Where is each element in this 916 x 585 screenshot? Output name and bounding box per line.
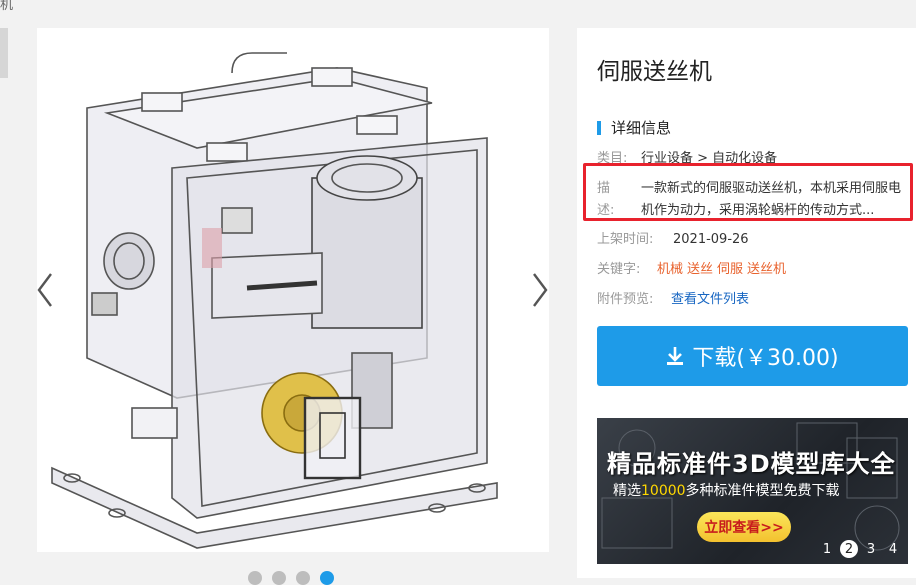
chevron-right-icon (533, 273, 548, 307)
date-label: 上架时间: (597, 232, 654, 247)
section-header: 详细信息 (597, 117, 671, 138)
keyword-link[interactable]: 送丝机 (747, 262, 786, 277)
gallery-next-button[interactable] (528, 270, 549, 310)
download-button[interactable]: 下载(￥30.00) (597, 326, 908, 386)
gallery-dot-2[interactable] (272, 571, 286, 585)
keyword-link[interactable]: 机械 (657, 262, 683, 277)
banner-sub-prefix: 精选 (613, 483, 641, 499)
download-label: 下载(￥30.00) (692, 346, 839, 371)
product-title: 伺服送丝机 (597, 59, 712, 85)
banner-page-1[interactable]: 1 (818, 540, 836, 558)
product-gallery (37, 28, 549, 552)
gallery-dot-1[interactable] (248, 571, 262, 585)
description-highlight (583, 163, 913, 221)
download-icon (667, 347, 684, 365)
banner-page-3[interactable]: 3 (862, 540, 880, 558)
product-info-panel: 伺服送丝机 详细信息 类目: 行业设备 > 自动化设备 描述: 一款新式的伺服驱动… (577, 28, 916, 578)
banner-sub-suffix: 多种标准件模型免费下载 (685, 483, 840, 499)
gallery-dot-4[interactable] (320, 571, 334, 585)
keyword-link[interactable]: 伺服 (717, 262, 743, 277)
breadcrumb-fragment: 机 (0, 0, 14, 13)
date-value: 2021-09-26 (673, 232, 749, 247)
banner-sub-highlight: 10000 (641, 483, 686, 499)
promo-banner[interactable]: 精品标准件3D模型库大全 精选10000多种标准件模型免费下载 立即查看>> 1… (597, 418, 908, 564)
banner-pagination: 1 2 3 4 (818, 540, 902, 558)
product-image (51, 52, 498, 549)
gallery-dots (248, 571, 334, 585)
attachment-label: 附件预览: (597, 292, 654, 307)
banner-title: 精品标准件3D模型库大全 (607, 450, 896, 478)
banner-page-4[interactable]: 4 (884, 540, 902, 558)
date-row: 上架时间: 2021-09-26 (597, 228, 749, 247)
section-marker (597, 120, 601, 135)
banner-view-button[interactable]: 立即查看>> (697, 512, 791, 542)
keywords-row: 关键字: 机械 送丝 伺服 送丝机 (597, 258, 790, 277)
keyword-link[interactable]: 送丝 (687, 262, 713, 277)
side-tab[interactable] (0, 28, 8, 78)
chevron-left-icon (37, 273, 52, 307)
banner-page-2[interactable]: 2 (840, 540, 858, 558)
section-title: 详细信息 (611, 119, 672, 137)
gallery-dot-3[interactable] (296, 571, 310, 585)
gallery-prev-button[interactable] (37, 270, 57, 310)
attachment-link[interactable]: 查看文件列表 (671, 292, 749, 307)
keywords-label: 关键字: (597, 262, 641, 277)
attachment-row: 附件预览: 查看文件列表 (597, 288, 749, 307)
banner-subtitle: 精选10000多种标准件模型免费下载 (613, 480, 840, 500)
